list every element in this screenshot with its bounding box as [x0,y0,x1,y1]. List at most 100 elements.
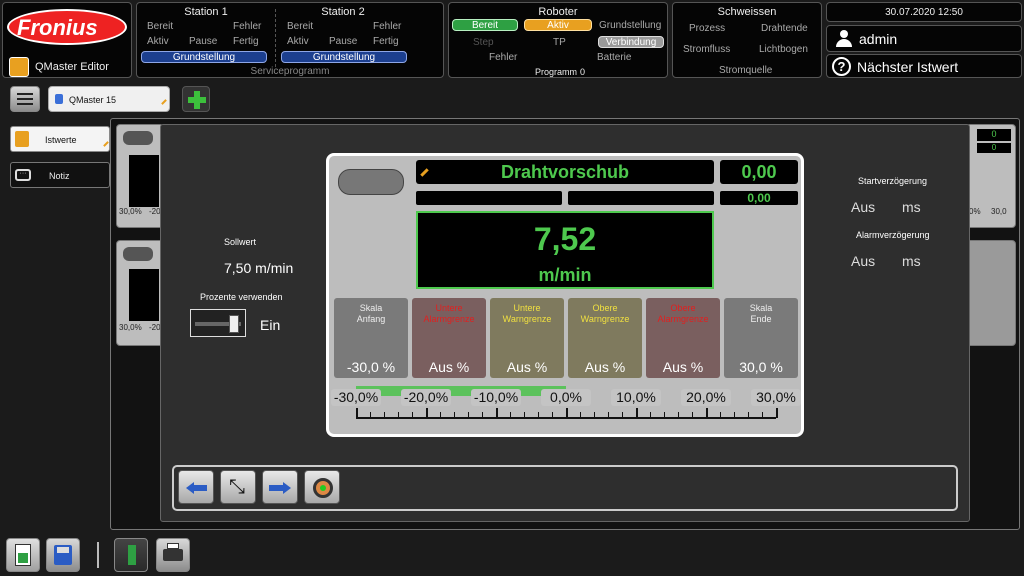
sollwert-label: Sollwert [224,237,257,247]
datetime-panel: 30.07.2020 12:50 [826,2,1022,22]
station2-fehler: Fehler [373,21,402,32]
welding-stromfluss: Stromfluss [683,44,731,55]
gauge-pill[interactable] [338,169,404,195]
prev-button[interactable] [178,470,214,504]
upload-button[interactable] [114,538,148,572]
robot-aktiv: Aktiv [524,19,592,31]
user-icon [835,30,853,48]
gauge-top-value: 0,00 [720,160,798,184]
start-delay-value: Aus [851,199,876,215]
scale-label: 0,0% [541,389,591,406]
limit-value: Aus % [506,359,548,375]
toolbar-divider [97,542,99,568]
scale-tick [622,412,623,418]
tab-icon [55,94,63,104]
limit-value: 30,0 % [739,359,783,375]
limit-label: Obere Warngrenze [580,303,630,324]
next-actual-label: Nächster Istwert [857,59,959,75]
bg-card-scale: -20 [149,323,161,332]
scale-tick [384,412,385,418]
sollwert-value: 7,50 m/min [224,260,294,276]
target-icon [313,478,333,498]
scale-tick [636,408,638,418]
istwerte-edit-icon [103,141,109,147]
limit-box-1[interactable]: Untere Alarmgrenze Aus % [412,298,486,378]
scale-tick [650,412,651,418]
station1-aktiv: Aktiv [147,36,169,47]
logo-panel: Fronius QMaster Editor [2,2,132,78]
bg-card-scale: 30,0% [119,207,142,216]
gauge-title: Drahtvorschub [500,162,630,182]
scale-tick [468,412,469,418]
printer-icon [163,543,183,561]
alarm-delay-value: Aus [851,253,876,269]
gauge-title-box[interactable]: Drahtvorschub [416,160,714,184]
robot-step: Step [473,37,494,48]
station2-fertig: Fertig [373,36,399,47]
bg-card-scale: 0% [969,207,981,216]
gauge-info-bar [416,191,562,205]
scale-tick [524,412,525,418]
target-button[interactable] [304,470,340,504]
menu-button[interactable] [10,86,40,112]
alarm-delay-unit: ms [902,253,921,269]
service-program-label: Serviceprogramm [250,66,330,77]
datetime: 30.07.2020 12:50 [885,7,963,18]
scale-tick [594,412,595,418]
limit-value: Aus % [584,359,626,375]
robot-tp: TP [553,37,566,48]
add-tab-button[interactable] [182,86,210,112]
scale-bar [356,386,566,396]
menu-icon [17,93,33,105]
robot-programm-label: Programm [535,67,578,77]
limit-box-2[interactable]: Untere Warngrenze Aus % [490,298,564,378]
station1-bereit: Bereit [147,21,174,32]
sidebar-item-label: Istwerte [45,135,77,145]
welding-lichtbogen: Lichtbogen [759,44,808,55]
tab-qmaster[interactable]: QMaster 15 [48,86,170,112]
collapse-button[interactable]: ⤡ [220,470,256,504]
scale-tick [748,412,749,418]
scale-tick [538,412,539,418]
station1-fehler: Fehler [233,21,262,32]
next-actual-button[interactable]: ? Nächster Istwert [826,54,1022,78]
limit-label: Skala Ende [749,303,773,324]
scale-tick [440,412,441,418]
robot-batterie: Batterie [597,52,632,63]
gauge-sub-value: 0,00 [720,191,798,205]
robot-programm-value: 0 [580,67,586,77]
station1-pause: Pause [189,36,218,47]
limit-label: Untere Alarmgrenze [423,303,475,324]
percent-toggle[interactable] [190,309,246,337]
scale-tick [762,412,763,418]
gauge-info-bar [568,191,714,205]
robot-fehler: Fehler [489,52,518,63]
limit-value: -30,0 % [346,359,396,375]
scale-tick [608,412,609,418]
sidebar-item-notiz[interactable]: ··· Notiz [10,162,110,188]
limit-label: Untere Warngrenze [502,303,552,324]
bg-card-value: 0 [977,129,1011,141]
bg-card-3: 0 0 0% 30,0 [966,124,1016,228]
limit-box-4[interactable]: Obere Alarmgrenze Aus % [646,298,720,378]
scale-tick [510,412,511,418]
next-button[interactable] [262,470,298,504]
station2-pause: Pause [329,36,358,47]
limit-box-5[interactable]: Skala Ende 30,0 % [724,298,798,378]
tab-edit-icon [161,99,167,105]
gauge-value: 7,52 [533,221,597,257]
save-button[interactable] [46,538,80,572]
limit-box-3[interactable]: Obere Warngrenze Aus % [568,298,642,378]
scale-label: -20,0% [401,389,451,406]
welding-prozess: Prozess [689,23,726,34]
welding-drahtende: Drahtende [761,23,808,34]
report-button[interactable] [6,538,40,572]
print-button[interactable] [156,538,190,572]
user-button[interactable]: admin [826,25,1022,52]
scale-label: 30,0% [751,389,801,406]
sidebar-item-istwerte[interactable]: Istwerte [10,126,110,152]
arrow-right-icon [283,482,291,494]
scale-tick [482,412,483,418]
bg-card-1: 30,0% -20 [116,124,164,228]
limit-box-0[interactable]: Skala Anfang -30,0 % [334,298,408,378]
